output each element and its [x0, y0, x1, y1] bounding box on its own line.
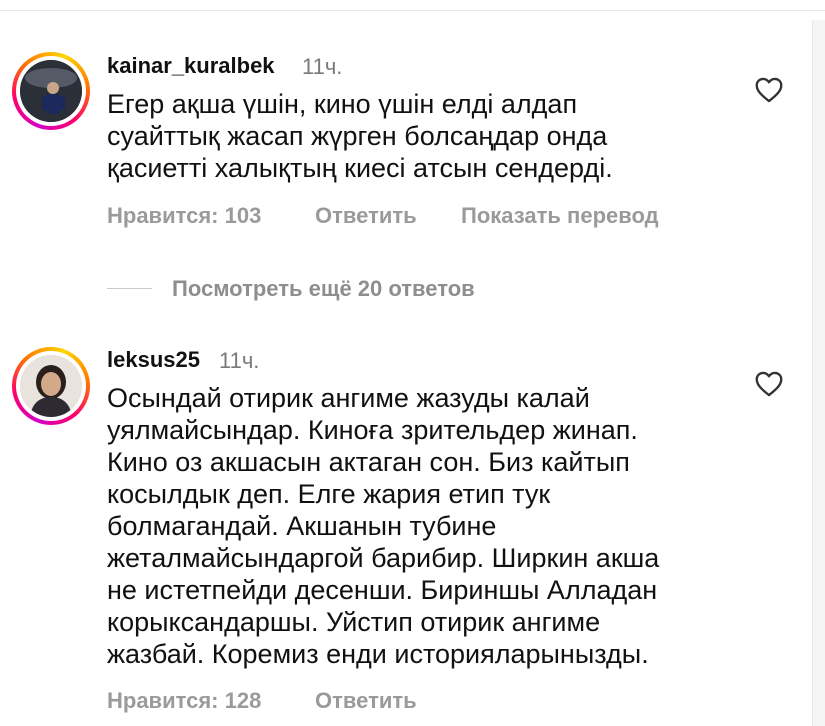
avatar — [20, 355, 82, 417]
view-more-line — [107, 288, 152, 289]
heart-icon[interactable] — [755, 371, 783, 397]
like-count[interactable]: Нравится: 128 — [107, 688, 261, 714]
comment-username[interactable]: kainar_kuralbek — [107, 53, 275, 79]
avatar-ring[interactable] — [12, 52, 90, 130]
show-translation-button[interactable]: Показать перевод — [461, 203, 659, 229]
avatar-ring[interactable] — [12, 347, 90, 425]
comment-time: 11ч. — [302, 54, 343, 79]
comment-time: 11ч. — [219, 348, 260, 373]
like-count[interactable]: Нравится: 103 — [107, 203, 261, 229]
reply-button[interactable]: Ответить — [315, 688, 417, 714]
heart-icon[interactable] — [755, 77, 783, 103]
comment-text: Егер ақша үшін, кино үшін елді алдап суа… — [107, 89, 613, 183]
top-divider — [0, 10, 825, 11]
scrollbar-track[interactable] — [812, 20, 825, 726]
view-more-replies-button[interactable]: Посмотреть ещё 20 ответов — [172, 276, 475, 302]
comment-username[interactable]: leksus25 — [107, 347, 200, 373]
reply-button[interactable]: Ответить — [315, 203, 417, 229]
comment-text: Осындай отирик ангиме жазуды калай уялма… — [107, 383, 660, 669]
avatar — [20, 60, 82, 122]
